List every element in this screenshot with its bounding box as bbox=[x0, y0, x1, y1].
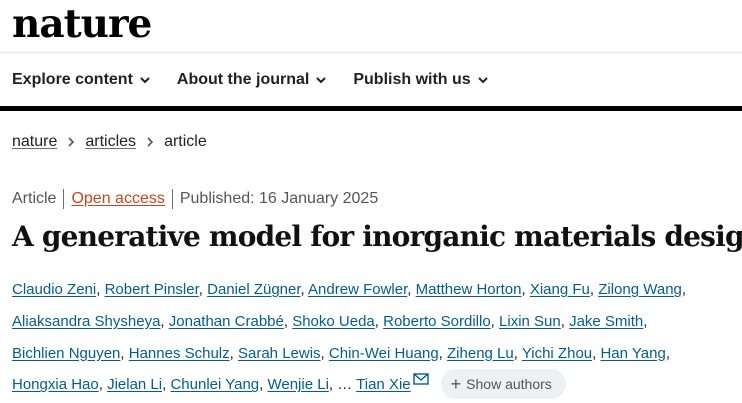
author-link[interactable]: Ziheng Lu bbox=[447, 345, 514, 362]
article-type: Article bbox=[12, 190, 57, 207]
nav-publish-with-us[interactable]: Publish with us bbox=[353, 71, 488, 89]
author-link[interactable]: Chin-Wei Huang bbox=[329, 345, 439, 362]
author-link[interactable]: Claudio Zeni bbox=[12, 281, 96, 298]
author-link[interactable]: Han Yang bbox=[600, 345, 665, 362]
main-nav: Explore content About the journal Publis… bbox=[12, 68, 515, 92]
author-link[interactable]: Yichi Zhou bbox=[522, 345, 592, 362]
chevron-right-icon bbox=[147, 137, 154, 147]
author-link[interactable]: Zilong Wang bbox=[598, 281, 682, 298]
author-link[interactable]: Matthew Horton bbox=[416, 281, 522, 298]
article-meta: Article Open access Published: 16 Januar… bbox=[12, 189, 378, 209]
authors-ellipsis: … bbox=[337, 376, 353, 394]
article-title: A generative model for inorganic materia… bbox=[12, 220, 742, 253]
author-link[interactable]: Wenjie Li bbox=[267, 376, 328, 393]
chevron-right-icon bbox=[68, 137, 75, 147]
nav-item-label: Explore content bbox=[12, 71, 133, 88]
breadcrumb-articles[interactable]: articles bbox=[85, 133, 136, 151]
nav-item-label: About the journal bbox=[176, 71, 310, 88]
published-date: Published: 16 January 2025 bbox=[179, 190, 379, 207]
author-link[interactable]: Tian Xie bbox=[356, 376, 410, 393]
breadcrumb-current: article bbox=[164, 133, 207, 150]
breadcrumb: nature articles article bbox=[12, 133, 207, 151]
author-link[interactable]: Lixin Sun bbox=[499, 313, 561, 330]
show-authors-label: Show authors bbox=[466, 375, 552, 392]
nav-explore-content[interactable]: Explore content bbox=[12, 71, 151, 89]
author-link[interactable]: Shoko Ueda bbox=[292, 313, 375, 330]
author-link[interactable]: Andrew Fowler bbox=[308, 281, 407, 298]
chevron-down-icon bbox=[316, 77, 327, 84]
author-link[interactable]: Roberto Sordillo bbox=[383, 313, 491, 330]
author-link[interactable]: Sarah Lewis bbox=[238, 345, 321, 362]
author-link[interactable]: Jonathan Crabbé bbox=[169, 313, 284, 330]
nature-logo[interactable]: nature bbox=[12, 0, 152, 48]
mail-icon[interactable] bbox=[412, 373, 429, 386]
author-link[interactable]: Aliaksandra Shysheya bbox=[12, 313, 160, 330]
author-list: Claudio Zeni, Robert Pinsler, Daniel Züg… bbox=[12, 274, 740, 401]
author-link[interactable]: Jake Smith bbox=[569, 313, 643, 330]
show-authors-button[interactable]: + Show authors bbox=[440, 369, 566, 400]
nav-item-label: Publish with us bbox=[353, 71, 471, 88]
author-link[interactable]: Xiang Fu bbox=[530, 281, 590, 298]
author-link[interactable]: Hannes Schulz bbox=[129, 345, 230, 362]
open-access-link[interactable]: Open access bbox=[71, 190, 164, 208]
author-link[interactable]: Chunlei Yang bbox=[170, 376, 259, 393]
meta-divider bbox=[63, 189, 65, 209]
header-divider bbox=[0, 52, 742, 53]
breadcrumb-nature[interactable]: nature bbox=[12, 133, 57, 151]
author-link[interactable]: Bichlien Nguyen bbox=[12, 345, 120, 362]
nav-about-journal[interactable]: About the journal bbox=[177, 71, 327, 89]
author-link[interactable]: Robert Pinsler bbox=[105, 281, 199, 298]
meta-divider bbox=[171, 189, 173, 209]
author-link[interactable]: Jielan Li bbox=[107, 376, 162, 393]
nav-divider bbox=[0, 106, 742, 111]
author-link[interactable]: Daniel Zügner bbox=[207, 281, 300, 298]
author-link[interactable]: Hongxia Hao bbox=[12, 376, 99, 393]
plus-icon: + bbox=[450, 374, 462, 395]
chevron-down-icon bbox=[140, 77, 150, 84]
chevron-down-icon bbox=[477, 77, 488, 84]
